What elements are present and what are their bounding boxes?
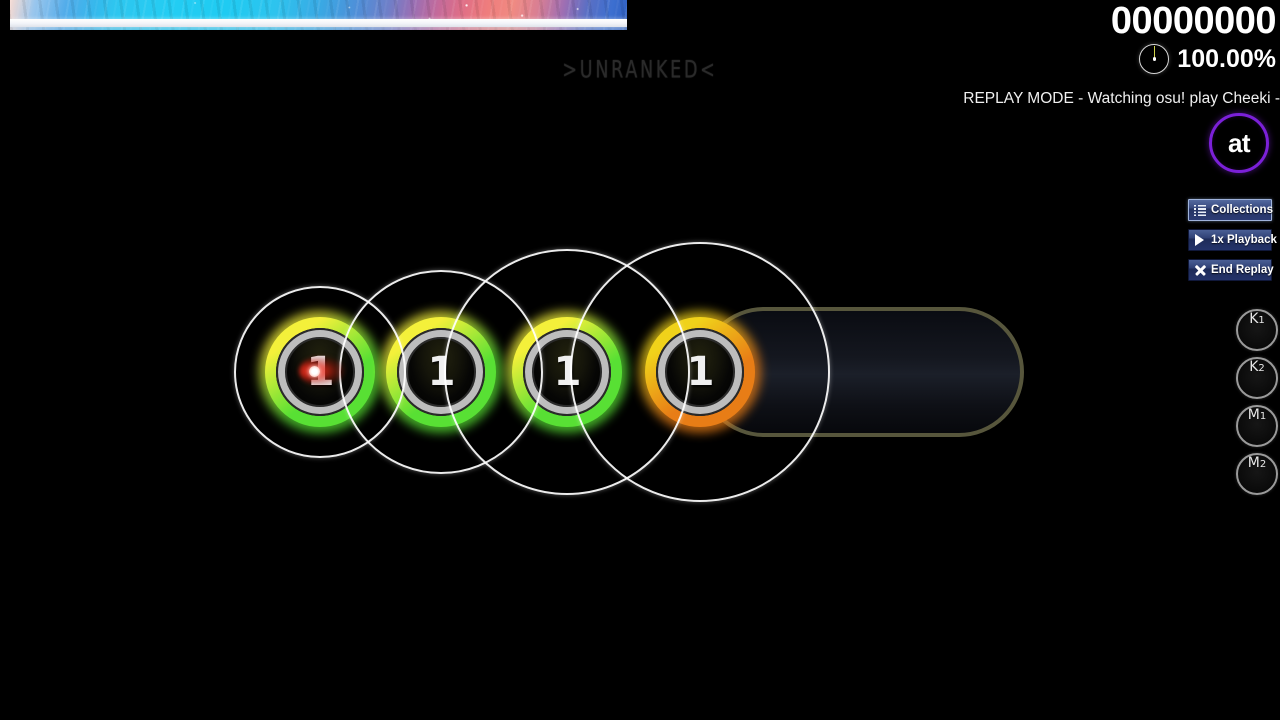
clock-icon <box>1139 44 1170 74</box>
collections-button[interactable]: Collections <box>1188 199 1273 221</box>
hit-circle-ring <box>386 317 496 427</box>
hit-circle-number: 1 <box>306 349 335 395</box>
playfield: 1 1 1 1 <box>0 0 1280 720</box>
slider-body <box>699 307 1024 437</box>
hit-circle: 1 <box>639 311 761 433</box>
key-counter-m1-label: M <box>1247 407 1260 423</box>
play-icon <box>1193 234 1206 247</box>
list-icon <box>1193 204 1206 217</box>
approach-circle <box>234 286 406 458</box>
key-counter-k1-sub: 1 <box>1258 315 1265 326</box>
key-counter-k1-label: K <box>1249 311 1259 327</box>
collections-button-label: Collections <box>1211 204 1273 216</box>
hit-circle-ring <box>512 317 622 427</box>
hit-circle-glow <box>506 311 628 433</box>
close-icon <box>1193 264 1206 277</box>
game-cursor <box>299 356 345 388</box>
unranked-label: >UNRANKED< <box>562 56 718 84</box>
hit-circle: 1 <box>259 311 381 433</box>
health-bar <box>10 0 627 30</box>
cursor-trail <box>299 356 345 386</box>
key-counter: K1 K2 M1 M2 <box>1236 309 1278 495</box>
hit-circle-hole <box>523 328 611 416</box>
cursor-dot <box>309 366 320 377</box>
hit-circle-hole <box>656 328 744 416</box>
hit-circle-number: 1 <box>427 349 456 395</box>
approach-circle <box>570 242 830 502</box>
hit-circle-inner-ring <box>278 330 362 414</box>
mod-list: at <box>1209 113 1269 173</box>
hit-circle-glow <box>259 311 381 433</box>
replay-status-text: REPLAY MODE - Watching osu! play Cheeki … <box>963 90 1280 107</box>
hit-circle-ring <box>645 317 755 427</box>
hit-circle-number: 1 <box>686 349 715 395</box>
key-counter-m2[interactable]: M2 <box>1236 453 1278 495</box>
playback-speed-label: 1x Playback <box>1211 234 1277 246</box>
hit-circle: 1 <box>506 311 628 433</box>
hit-circle-inner-ring <box>658 330 742 414</box>
accuracy-display: 100.00% <box>1139 44 1276 74</box>
key-counter-m2-sub: 2 <box>1259 459 1267 470</box>
hit-circle: 1 <box>380 311 502 433</box>
key-counter-k2-sub: 2 <box>1258 363 1265 374</box>
end-replay-button[interactable]: End Replay <box>1188 259 1274 281</box>
hit-circle-ring <box>265 317 375 427</box>
mod-icon-autoplay: at <box>1209 113 1269 173</box>
accuracy-value: 100.00% <box>1177 44 1276 73</box>
playback-speed-button[interactable]: 1x Playback <box>1188 229 1277 251</box>
hit-circle-hole <box>397 328 485 416</box>
hit-circle-inner-ring <box>399 330 483 414</box>
key-counter-k2-label: K <box>1249 359 1259 375</box>
key-counter-k1[interactable]: K1 <box>1236 309 1278 351</box>
key-counter-m2-label: M <box>1247 455 1260 471</box>
key-counter-k2[interactable]: K2 <box>1236 357 1278 399</box>
health-bar-edge <box>10 27 627 30</box>
hit-circle-inner-ring <box>525 330 609 414</box>
replay-control-panel: Collections 1x Playback End Replay <box>1188 199 1277 281</box>
hit-circle-glow <box>639 311 761 433</box>
score-display: 00000000 <box>1110 0 1277 42</box>
hit-circle-number: 1 <box>553 349 582 395</box>
approach-circle <box>444 249 690 495</box>
hit-circle-hole <box>276 328 364 416</box>
key-counter-m1[interactable]: M1 <box>1236 405 1278 447</box>
hit-circle-glow <box>380 311 502 433</box>
mod-icon-label: at <box>1227 127 1251 158</box>
key-counter-m1-sub: 1 <box>1259 411 1267 422</box>
end-replay-label: End Replay <box>1211 264 1274 276</box>
health-bar-fill <box>10 19 627 27</box>
approach-circle <box>339 270 543 474</box>
